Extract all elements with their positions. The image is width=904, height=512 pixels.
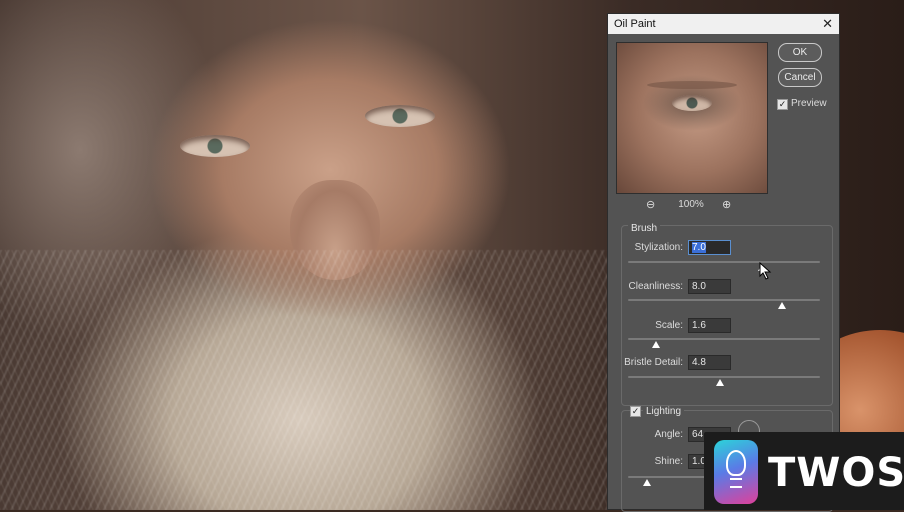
angle-label: Angle:	[654, 429, 683, 440]
cleanliness-label: Cleanliness:	[628, 281, 683, 292]
bristle-detail-slider-track[interactable]	[628, 376, 820, 378]
dialog-title: Oil Paint	[614, 18, 656, 30]
stylization-value: 7.0	[692, 242, 706, 253]
cancel-button[interactable]: Cancel	[778, 68, 822, 87]
ok-button[interactable]: OK	[778, 43, 822, 62]
shine-slider-thumb[interactable]	[643, 479, 651, 486]
lightbulb-icon	[714, 440, 758, 504]
lightbulb-glass	[726, 450, 746, 476]
stylization-slider-track[interactable]	[628, 261, 820, 263]
cleanliness-slider-thumb[interactable]	[778, 302, 786, 309]
lighting-checkbox[interactable]: ✓	[630, 406, 641, 417]
bristle-detail-field[interactable]: 4.8	[688, 355, 731, 370]
preview-zoom-bar: ⊖ 100% ⊕	[616, 198, 766, 212]
preview-brow	[647, 81, 737, 89]
zoom-level: 100%	[678, 199, 704, 210]
preview-label: Preview	[791, 98, 827, 109]
stylization-field[interactable]: 7.0	[688, 240, 731, 255]
bristle-detail-label: Bristle Detail:	[624, 357, 683, 368]
zoom-in-icon[interactable]: ⊕	[722, 198, 731, 211]
brush-group-title: Brush	[628, 223, 661, 234]
stylization-label: Stylization:	[634, 242, 683, 253]
portrait-left-eye	[180, 135, 250, 157]
shine-label: Shine:	[654, 456, 683, 467]
close-icon[interactable]: ✕	[822, 16, 833, 32]
scale-field[interactable]: 1.6	[688, 318, 731, 333]
watermark-text: TWOS	[768, 450, 904, 496]
preview-checkbox[interactable]: ✓	[777, 99, 788, 110]
preview-eye	[672, 95, 712, 111]
filter-preview-image[interactable]	[616, 42, 768, 194]
lightbulb-base	[730, 478, 742, 488]
scale-slider-track[interactable]	[628, 338, 820, 340]
cleanliness-slider-track[interactable]	[628, 299, 820, 301]
portrait-right-eye	[365, 105, 435, 127]
dialog-titlebar[interactable]: Oil Paint ✕	[608, 14, 839, 34]
bristle-detail-slider-thumb[interactable]	[716, 379, 724, 386]
scale-slider-thumb[interactable]	[652, 341, 660, 348]
cleanliness-field[interactable]: 8.0	[688, 279, 731, 294]
twos-watermark: TWOS	[704, 432, 904, 510]
lighting-group-title: Lighting	[643, 406, 685, 417]
portrait-beard	[0, 250, 620, 510]
scale-label: Scale:	[655, 320, 683, 331]
mouse-cursor-icon	[759, 262, 772, 280]
